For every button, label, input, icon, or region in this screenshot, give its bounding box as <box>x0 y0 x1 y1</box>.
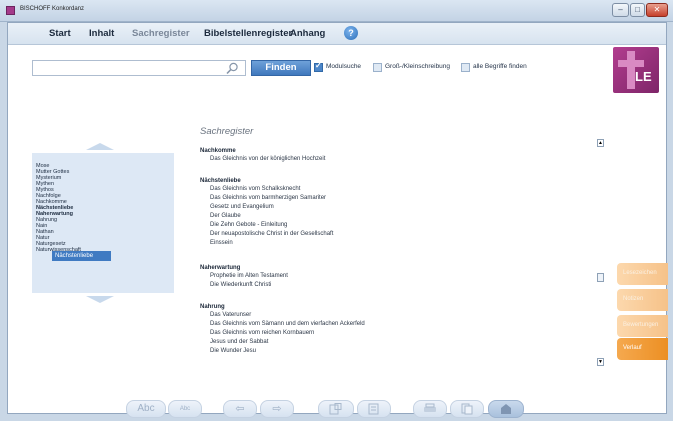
scroll-up-button[interactable]: ▲ <box>597 139 604 147</box>
entry-link[interactable]: Der Glaube <box>210 213 241 219</box>
copy-page-button[interactable] <box>318 400 354 418</box>
copy-page-icon <box>329 403 342 415</box>
tab-verlauf[interactable]: Verlauf <box>617 338 668 360</box>
menu-bibelstellenregister[interactable]: Bibelstellenregister <box>204 28 292 39</box>
home-icon <box>501 404 511 414</box>
menu-start[interactable]: Start <box>49 28 71 39</box>
section-heading[interactable]: Nahrung <box>200 304 225 310</box>
menu-sachregister[interactable]: Sachregister <box>132 28 190 39</box>
term-list: Mose Mutter Gottes Mysterium Mythen Myth… <box>32 153 174 293</box>
search-input[interactable] <box>32 60 246 76</box>
entry-link[interactable]: Einssein <box>210 240 233 246</box>
case-sensitive-label: Groß-/Kleinschreibung <box>385 63 451 70</box>
entry-link[interactable]: Der neuapostolische Christ in der Gesell… <box>210 231 333 237</box>
logo-text: LE <box>635 69 652 84</box>
print-button[interactable] <box>413 400 447 418</box>
list-scroll-up-arrow[interactable] <box>86 143 114 150</box>
font-smaller-button[interactable]: Abc <box>168 400 202 418</box>
entry-link[interactable]: Jesus und der Sabbat <box>210 339 268 345</box>
entry-link[interactable]: Das Gleichnis vom barmherzigen Samariter <box>210 195 326 201</box>
tab-bewertungen[interactable]: Bewertungen <box>617 315 668 337</box>
entry-link[interactable]: Das Gleichnis vom Schalksknecht <box>210 186 300 192</box>
entry-link[interactable]: Das Gleichnis von der königlichen Hochze… <box>210 156 325 162</box>
forward-arrow-icon[interactable]: ⇨ <box>260 400 294 418</box>
hover-tooltip: Nächstenliebe <box>52 251 111 261</box>
page-title: Sachregister <box>200 126 254 137</box>
font-larger-button[interactable]: Abc <box>126 400 166 418</box>
list-scroll-down-arrow[interactable] <box>86 296 114 303</box>
menu-bar: Start Inhalt Sachregister Bibelstellenre… <box>8 23 666 45</box>
printer-icon <box>424 403 436 412</box>
note-page-icon <box>368 403 379 415</box>
help-icon[interactable]: ? <box>344 26 358 40</box>
find-button[interactable]: Finden <box>251 60 311 76</box>
maximize-button[interactable]: □ <box>630 3 645 17</box>
all-terms-checkbox[interactable] <box>461 63 470 72</box>
menu-anhang[interactable]: Anhang <box>290 28 325 39</box>
pages-button[interactable] <box>450 400 484 418</box>
app-frame: Start Inhalt Sachregister Bibelstellenre… <box>7 22 668 418</box>
all-terms-label: alle Begriffe finden <box>473 63 527 70</box>
entry-link[interactable]: Prophetie im Alten Testament <box>210 273 288 279</box>
scrollbar-thumb[interactable] <box>597 273 604 282</box>
entry-link[interactable]: Das Gleichnis vom Sämann und dem vierfac… <box>210 321 365 327</box>
window-title: BISCHOFF Konkordanz <box>20 6 85 12</box>
modulsuche-label: Modulsuche <box>326 63 362 70</box>
back-arrow-icon[interactable]: ⇦ <box>223 400 257 418</box>
close-button[interactable]: ✕ <box>646 3 668 17</box>
entry-link[interactable]: Das Vaterunser <box>210 312 251 318</box>
cross-icon <box>627 51 635 89</box>
section-heading[interactable]: Nächstenliebe <box>200 178 241 184</box>
app-icon <box>6 6 15 15</box>
case-sensitive-checkbox[interactable] <box>373 63 382 72</box>
search-icon[interactable] <box>225 62 239 75</box>
section-heading[interactable]: Nachkomme <box>200 148 236 154</box>
pages-icon <box>461 403 473 415</box>
scroll-down-button[interactable]: ▼ <box>597 358 604 366</box>
entry-link[interactable]: Die Wiederkunft Christi <box>210 282 271 288</box>
tab-lesezeichen[interactable]: Lesezeichen <box>617 263 668 285</box>
entry-link[interactable]: Die Zehn Gebote - Einleitung <box>210 222 287 228</box>
entry-link[interactable]: Gesetz und Evangelium <box>210 204 274 210</box>
title-bar: BISCHOFF Konkordanz – □ ✕ <box>0 0 673 22</box>
modulsuche-checkbox[interactable] <box>314 61 323 72</box>
minimize-button[interactable]: – <box>612 3 629 17</box>
home-button[interactable] <box>488 400 524 418</box>
note-page-button[interactable] <box>357 400 391 418</box>
app-logo: LE <box>613 47 659 93</box>
tab-notizen[interactable]: Notizen <box>617 289 668 311</box>
entry-link[interactable]: Die Wunder Jesu <box>210 348 256 354</box>
menu-inhalt[interactable]: Inhalt <box>89 28 114 39</box>
section-heading[interactable]: Naherwartung <box>200 265 240 271</box>
entry-link[interactable]: Das Gleichnis vom reichen Kornbauern <box>210 330 314 336</box>
